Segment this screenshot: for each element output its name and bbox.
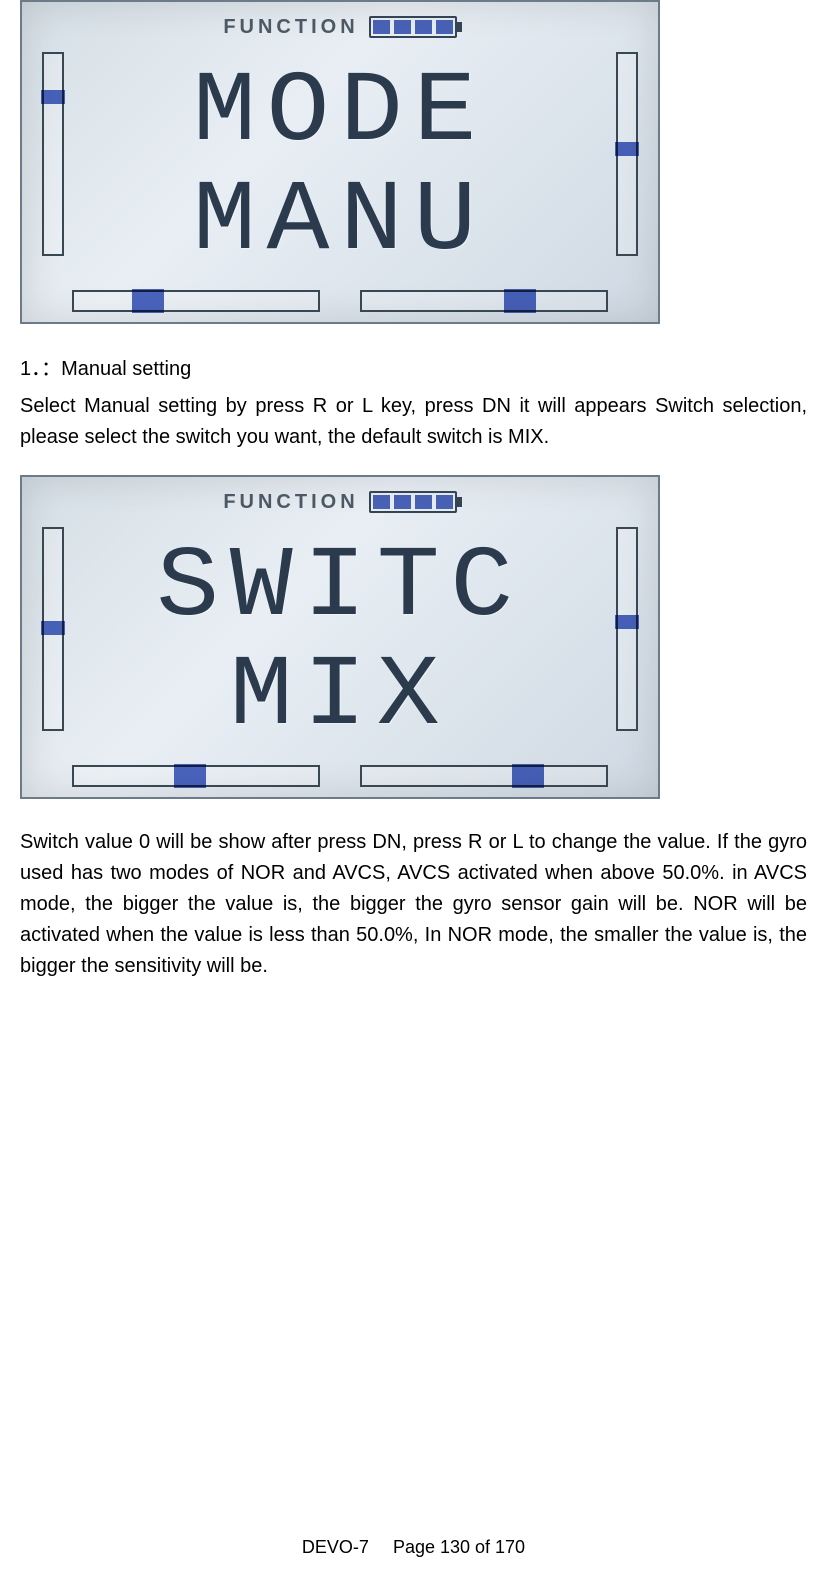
paragraph-manual-setting: Select Manual setting by press R or L ke… bbox=[20, 391, 807, 453]
lcd-screenshot-switch-mix: FUNCTION SWITC MIX bbox=[20, 475, 660, 799]
segment-text: MANU bbox=[193, 173, 487, 273]
lcd-function-label: FUNCTION bbox=[223, 491, 358, 514]
battery-icon bbox=[369, 16, 457, 38]
battery-cell bbox=[373, 20, 390, 34]
trim-horizontal-left-icon bbox=[72, 765, 320, 787]
lcd-screenshot-mode-manu: FUNCTION MODE MANU bbox=[20, 0, 660, 324]
segment-display: SWITC MIX bbox=[70, 519, 610, 759]
page: FUNCTION MODE MANU 1．：Manual setting Sel… bbox=[0, 0, 827, 1584]
trim-vertical-right-icon bbox=[616, 52, 638, 256]
lcd-bottom-row bbox=[36, 290, 644, 312]
paragraph-switch-value: Switch value 0 will be show after press … bbox=[20, 827, 807, 982]
footer-model: DEVO-7 bbox=[302, 1537, 369, 1557]
trim-vertical-right-icon bbox=[616, 527, 638, 731]
lcd-body: SWITC MIX bbox=[36, 519, 644, 759]
trim-marker bbox=[132, 289, 164, 313]
battery-cell bbox=[415, 20, 432, 34]
trim-vertical-left-icon bbox=[42, 52, 64, 256]
segment-line-1: MODE bbox=[193, 55, 487, 164]
segment-line-2: MIX bbox=[230, 639, 451, 748]
trim-vertical-left-icon bbox=[42, 527, 64, 731]
lcd-body: MODE MANU bbox=[36, 44, 644, 284]
battery-cell bbox=[415, 495, 432, 509]
trim-marker bbox=[512, 764, 544, 788]
segment-text: MODE bbox=[193, 64, 487, 164]
battery-cell bbox=[436, 20, 453, 34]
trim-marker bbox=[615, 615, 639, 629]
battery-cell bbox=[394, 495, 411, 509]
battery-cell bbox=[373, 495, 390, 509]
footer-page: Page 130 of 170 bbox=[393, 1537, 525, 1557]
page-footer: DEVO-7 Page 130 of 170 bbox=[0, 1537, 827, 1558]
trim-marker bbox=[41, 621, 65, 635]
segment-line-1: SWITC bbox=[156, 530, 524, 639]
segment-text: SWITC bbox=[156, 539, 524, 639]
lcd-bottom-row bbox=[36, 765, 644, 787]
trim-marker bbox=[504, 289, 536, 313]
trim-horizontal-right-icon bbox=[360, 765, 608, 787]
battery-cell bbox=[394, 20, 411, 34]
segment-display: MODE MANU bbox=[70, 44, 610, 284]
lcd-top-row: FUNCTION bbox=[36, 485, 644, 519]
segment-line-2: MANU bbox=[193, 164, 487, 273]
segment-text: MIX bbox=[230, 648, 451, 748]
battery-cell bbox=[436, 495, 453, 509]
trim-marker bbox=[174, 764, 206, 788]
trim-marker bbox=[41, 90, 65, 104]
section-heading: 1．：Manual setting bbox=[20, 352, 807, 381]
lcd-top-row: FUNCTION bbox=[36, 10, 644, 44]
trim-marker bbox=[615, 142, 639, 156]
trim-horizontal-right-icon bbox=[360, 290, 608, 312]
lcd-function-label: FUNCTION bbox=[223, 16, 358, 39]
battery-icon bbox=[369, 491, 457, 513]
trim-horizontal-left-icon bbox=[72, 290, 320, 312]
